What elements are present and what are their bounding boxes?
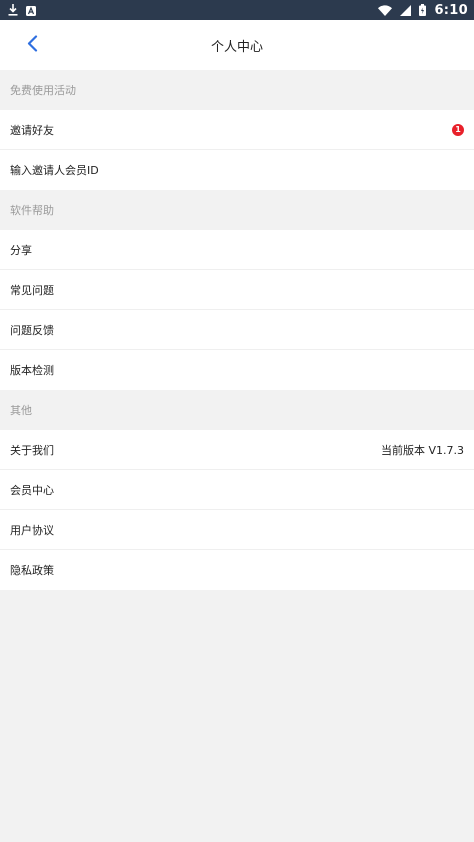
section-title: 免费使用活动: [10, 84, 76, 97]
list-free-activity: 邀请好友 1 输入邀请人会员ID: [0, 110, 474, 190]
row-share[interactable]: 分享: [0, 230, 474, 270]
row-faq[interactable]: 常见问题: [0, 270, 474, 310]
row-label: 常见问题: [10, 283, 54, 297]
list-software-help: 分享 常见问题 问题反馈 版本检测: [0, 230, 474, 390]
row-label: 版本检测: [10, 364, 54, 377]
section-header-other: 其他: [0, 390, 474, 430]
row-enter-inviter-id[interactable]: 输入邀请人会员ID: [0, 150, 474, 190]
row-label: 邀请好友: [10, 123, 54, 137]
download-icon: [8, 1, 18, 20]
battery-icon: [419, 1, 427, 20]
status-bar: 6:10: [0, 0, 474, 20]
row-label: 输入邀请人会员ID: [10, 164, 99, 177]
page-title: 个人中心: [210, 39, 263, 55]
signal-icon: [400, 1, 412, 20]
section-header-software-help: 软件帮助: [0, 190, 474, 230]
row-label: 隐私政策: [10, 564, 54, 577]
notification-badge: 1: [452, 123, 464, 136]
row-privacy-policy[interactable]: 隐私政策: [0, 550, 474, 590]
row-version-check[interactable]: 版本检测: [0, 350, 474, 390]
row-label: 用户协议: [10, 523, 54, 537]
nav-bar: 个人中心: [0, 20, 474, 70]
row-about-us[interactable]: 关于我们 当前版本 V1.7.3: [0, 430, 474, 470]
section-header-free-activity: 免费使用活动: [0, 70, 474, 110]
row-invite-friends[interactable]: 邀请好友 1: [0, 110, 474, 150]
status-time: 6:10: [434, 2, 468, 18]
section-title: 软件帮助: [10, 204, 54, 217]
back-button[interactable]: [18, 32, 46, 58]
status-right: 6:10: [378, 1, 468, 20]
row-label: 分享: [10, 243, 32, 257]
row-member-center[interactable]: 会员中心: [0, 470, 474, 510]
row-label: 关于我们: [10, 443, 54, 457]
wifi-icon: [378, 1, 393, 20]
chevron-left-icon: [27, 34, 38, 56]
row-user-agreement[interactable]: 用户协议: [0, 510, 474, 550]
section-title: 其他: [10, 404, 32, 417]
notification-a-icon: [26, 1, 36, 20]
row-feedback[interactable]: 问题反馈: [0, 310, 474, 350]
status-left: [8, 1, 36, 20]
row-label: 会员中心: [10, 483, 54, 497]
current-version-text: 当前版本 V1.7.3: [380, 443, 464, 457]
list-other: 关于我们 当前版本 V1.7.3 会员中心 用户协议 隐私政策: [0, 430, 474, 590]
row-label: 问题反馈: [10, 323, 54, 337]
